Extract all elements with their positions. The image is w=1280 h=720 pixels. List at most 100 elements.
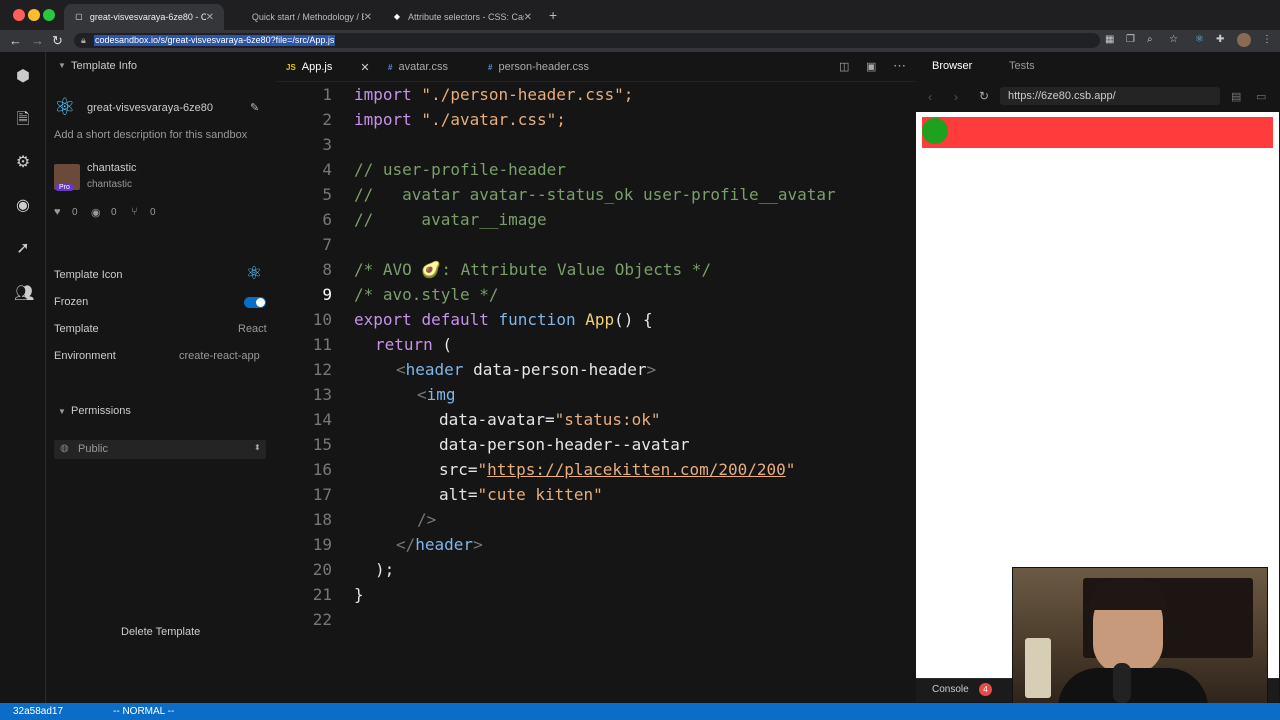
delete-template-button[interactable]: Delete Template: [121, 626, 200, 638]
css-file-icon: #: [388, 62, 393, 72]
line-number: 17: [312, 485, 332, 504]
line-number: 14: [312, 410, 332, 429]
globe-icon: ◍: [60, 443, 69, 454]
split-editor-icon[interactable]: ◫: [839, 60, 849, 73]
person-header-preview: [922, 117, 1273, 148]
line-number: 5: [322, 185, 332, 204]
code-token: <: [417, 385, 427, 404]
console-label[interactable]: Console: [932, 684, 969, 695]
preview-layout-icon[interactable]: ▣: [866, 60, 876, 73]
tab-tests[interactable]: Tests: [1009, 60, 1035, 72]
live-users-icon[interactable]: 👥︎: [14, 283, 34, 303]
close-tab-icon[interactable]: ✕: [364, 12, 372, 23]
collapse-chevron-icon[interactable]: ▼: [58, 407, 66, 416]
bem-icon: [236, 12, 246, 22]
preview-url[interactable]: https://6ze80.csb.app/: [1008, 90, 1116, 102]
views-eye-icon: ◉: [91, 207, 101, 219]
editor-tab-avatar-css[interactable]: # avatar.css: [378, 52, 458, 82]
browser-tab-bar: ▢ great-visvesvaraya-6ze80 - Cod ✕ Quick…: [0, 0, 1280, 30]
webcam-overlay: [1012, 567, 1268, 712]
code-token: alt=: [439, 485, 478, 504]
likes-count: 0: [72, 207, 78, 218]
lamp: [1025, 638, 1051, 698]
code-token: >: [646, 360, 657, 379]
line-number: 13: [312, 385, 332, 404]
code-token: "./avatar.css";: [411, 110, 566, 129]
browser-tab-bem[interactable]: Quick start / Methodology / BEM ✕: [226, 4, 382, 30]
code-token: export: [354, 310, 412, 329]
browser-tab-mdn[interactable]: ◆ Attribute selectors - CSS: Casca ✕: [382, 4, 542, 30]
new-tab-icon[interactable]: +: [549, 7, 557, 23]
extension-copy-icon[interactable]: ❐: [1126, 34, 1135, 45]
author-name[interactable]: chantastic: [87, 162, 137, 174]
template-value: React: [238, 323, 267, 335]
tab-browser[interactable]: Browser: [932, 60, 972, 72]
close-tab-icon[interactable]: ✕: [360, 61, 369, 74]
line-number: 20: [312, 560, 332, 579]
code-token: <: [396, 360, 406, 379]
settings-gear-icon[interactable]: ⚙: [14, 152, 32, 172]
back-icon[interactable]: ←: [9, 33, 22, 48]
template-react-icon[interactable]: ⚛: [246, 263, 262, 284]
close-tab-icon[interactable]: ✕: [524, 12, 532, 23]
code-line-20: );: [375, 560, 395, 579]
editor-tab-app-js[interactable]: JS App.js ✕: [276, 52, 380, 82]
preview-forward-icon[interactable]: ›: [954, 90, 958, 104]
file-explorer-icon[interactable]: 🗎︎: [14, 108, 32, 135]
code-link[interactable]: https://placekitten.com/200/200: [487, 460, 786, 479]
code-line-17: alt="cute kitten": [439, 482, 603, 507]
codesandbox-icon: ▢: [75, 12, 83, 21]
author-handle: chantastic: [87, 179, 133, 190]
deploy-rocket-icon[interactable]: ➚: [14, 238, 32, 258]
forward-icon[interactable]: →: [31, 33, 44, 48]
extension-grid-icon[interactable]: ▦: [1105, 34, 1114, 45]
chrome-menu-icon[interactable]: ⋮: [1262, 34, 1272, 45]
extensions-puzzle-icon[interactable]: ✚: [1216, 34, 1224, 45]
collapse-chevron-icon[interactable]: ▼: [58, 61, 66, 70]
template-label: Template: [54, 323, 99, 335]
code-line-1: import "./person-header.css";: [354, 82, 633, 107]
mdn-icon: ◆: [393, 12, 401, 21]
minimize-window-button[interactable]: [28, 9, 40, 21]
edit-pencil-icon[interactable]: ✎: [250, 101, 259, 114]
address-url[interactable]: codesandbox.io/s/great-visvesvaraya-6ze8…: [94, 35, 336, 46]
zoom-icon[interactable]: ⌕: [1147, 34, 1153, 45]
tab-label: avatar.css: [398, 61, 448, 73]
github-icon[interactable]: ◉: [14, 195, 32, 215]
close-window-button[interactable]: [13, 9, 25, 21]
code-line-11: return (: [375, 332, 452, 357]
code-editor[interactable]: 1 2 3 4 5 6 7 8 9 10 11 12 13 14 15 16 17 18 19 20 21 22 impo…: [276, 82, 915, 703]
pro-badge: Pro: [56, 184, 73, 191]
open-new-window-icon[interactable]: ▭: [1256, 90, 1266, 103]
preview-back-icon[interactable]: ‹: [928, 90, 932, 104]
code-token: "status:ok": [554, 410, 661, 429]
code-token: ": [785, 460, 796, 479]
browser-tab-codesandbox[interactable]: ▢ great-visvesvaraya-6ze80 - Cod ✕: [64, 4, 224, 30]
editor-tab-person-header-css[interactable]: # person-header.css: [478, 52, 599, 82]
preview-reload-icon[interactable]: ↻: [979, 89, 989, 103]
line-number: 18: [312, 510, 332, 529]
permission-select[interactable]: ◍ Public ⬍: [54, 440, 266, 459]
code-line-21: }: [354, 585, 364, 604]
react-devtools-icon[interactable]: ⚛: [1195, 34, 1204, 45]
description-placeholder[interactable]: Add a short description for this sandbox: [54, 129, 247, 141]
code-token: img: [426, 385, 456, 404]
code-token: () {: [614, 310, 653, 329]
line-number: 2: [322, 110, 332, 129]
code-token: src=: [439, 460, 478, 479]
frozen-toggle[interactable]: [244, 297, 266, 308]
preview-devtools-icon[interactable]: ▤: [1231, 90, 1241, 103]
profile-avatar[interactable]: [1237, 33, 1251, 47]
bookmark-star-icon[interactable]: ☆: [1169, 34, 1178, 45]
maximize-window-button[interactable]: [43, 9, 55, 21]
frozen-label: Frozen: [54, 296, 89, 308]
line-number: 12: [312, 360, 332, 379]
sandbox-info-icon[interactable]: ⬢: [14, 66, 32, 86]
close-tab-icon[interactable]: ✕: [206, 12, 214, 23]
code-line-10: export default function App() {: [354, 307, 653, 332]
more-actions-icon[interactable]: ⋯: [893, 58, 906, 74]
code-token: >: [473, 535, 483, 554]
avatar-status-ok-preview: [922, 118, 948, 144]
reload-icon[interactable]: ↻: [52, 33, 63, 49]
line-number: 21: [312, 585, 332, 604]
